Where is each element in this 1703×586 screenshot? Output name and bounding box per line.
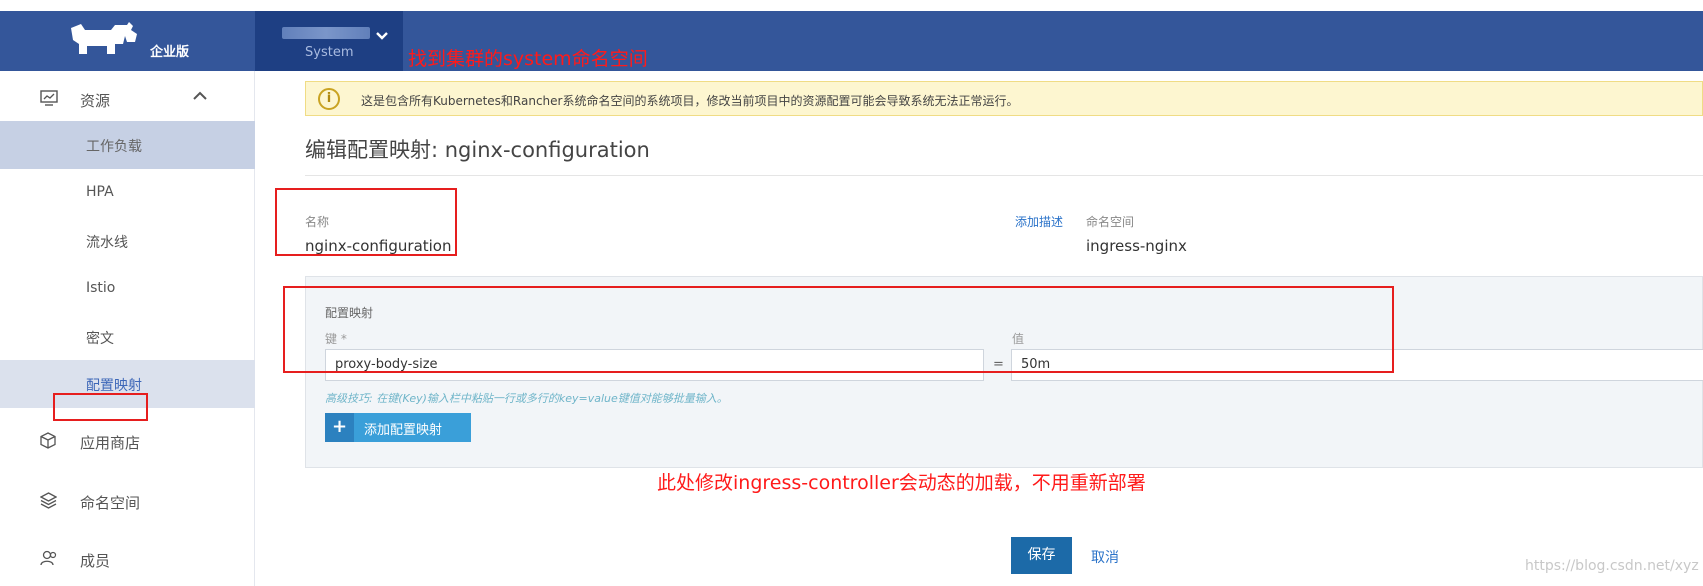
- namespace-label: 命名空间: [1086, 215, 1135, 229]
- highlight-box-name: [275, 188, 457, 256]
- chevron-up-icon: [193, 91, 207, 100]
- sidebar-item-workloads[interactable]: 工作负载: [0, 121, 255, 169]
- add-config-map-button-label: 添加配置映射: [364, 423, 443, 438]
- logo[interactable]: 企业版: [0, 11, 255, 71]
- sidebar-item-label: 资源: [80, 92, 111, 110]
- sidebar-item-secrets[interactable]: 密文: [0, 313, 255, 361]
- sidebar-item-label: HPA: [86, 184, 114, 200]
- warning-text: 这是包含所有Kubernetes和Rancher系统命名空间的系统项目，修改当前…: [361, 94, 1019, 108]
- sidebar-item-label: Istio: [86, 280, 116, 296]
- sidebar-item-label: 应用商店: [80, 434, 141, 452]
- add-config-map-button[interactable]: + 添加配置映射: [325, 413, 471, 442]
- sidebar-item-label: 工作负载: [86, 139, 142, 155]
- highlight-box-key-value: [283, 286, 1394, 373]
- highlight-box-config-maps: [53, 393, 148, 421]
- layers-icon: [40, 492, 57, 509]
- watermark: https://blog.csdn.net/xyz: [1525, 558, 1699, 574]
- project-name: System: [305, 45, 354, 60]
- monitor-icon: [40, 90, 58, 106]
- edition-label: 企业版: [150, 45, 190, 60]
- sidebar: 资源 工作负载 HPA 流水线 Istio 密文 配置映射 应用商店 命名空间: [0, 71, 255, 586]
- sidebar-item-hpa[interactable]: HPA: [0, 169, 255, 217]
- rancher-logo-icon: [71, 22, 137, 54]
- divider: [305, 175, 1703, 176]
- project-selector[interactable]: System: [255, 11, 403, 71]
- sidebar-item-pipeline[interactable]: 流水线: [0, 217, 255, 265]
- sidebar-item-label: 成员: [80, 552, 111, 570]
- page-title: 编辑配置映射: nginx-configuration: [305, 138, 650, 162]
- add-description-link[interactable]: 添加描述: [1015, 213, 1063, 230]
- cube-icon: [40, 432, 56, 449]
- sidebar-item-label: 命名空间: [80, 494, 141, 512]
- sidebar-item-label: 流水线: [86, 235, 128, 251]
- annotation-dynamic-reload: 此处修改ingress-controller会动态的加载，不用重新部署: [657, 472, 1146, 494]
- cancel-button[interactable]: 取消: [1091, 547, 1119, 567]
- info-icon: i: [318, 88, 340, 110]
- sidebar-item-label: 配置映射: [86, 378, 142, 394]
- cluster-name-blurred: [282, 27, 370, 39]
- plus-icon: +: [325, 413, 354, 442]
- bulk-input-tip: 高级技巧: 在键(Key)输入栏中粘贴一行或多行的key=value键值对能够批…: [325, 392, 728, 405]
- sidebar-item-members[interactable]: 成员: [0, 534, 255, 584]
- sidebar-item-app-store[interactable]: 应用商店: [0, 416, 255, 466]
- users-icon: [40, 550, 57, 566]
- annotation-find-system-namespace: 找到集群的system命名空间: [408, 48, 648, 70]
- namespace-value: ingress-nginx: [1086, 237, 1187, 255]
- save-button[interactable]: 保存: [1011, 537, 1072, 574]
- top-nav-bar: 企业版 System: [0, 11, 1703, 71]
- chevron-down-icon: [376, 32, 388, 40]
- warning-banner: i 这是包含所有Kubernetes和Rancher系统命名空间的系统项目，修改…: [305, 81, 1703, 116]
- sidebar-item-namespaces[interactable]: 命名空间: [0, 476, 255, 526]
- sidebar-item-label: 密文: [86, 331, 114, 347]
- sidebar-item-istio[interactable]: Istio: [0, 265, 255, 313]
- sidebar-item-resources[interactable]: 资源: [0, 74, 255, 124]
